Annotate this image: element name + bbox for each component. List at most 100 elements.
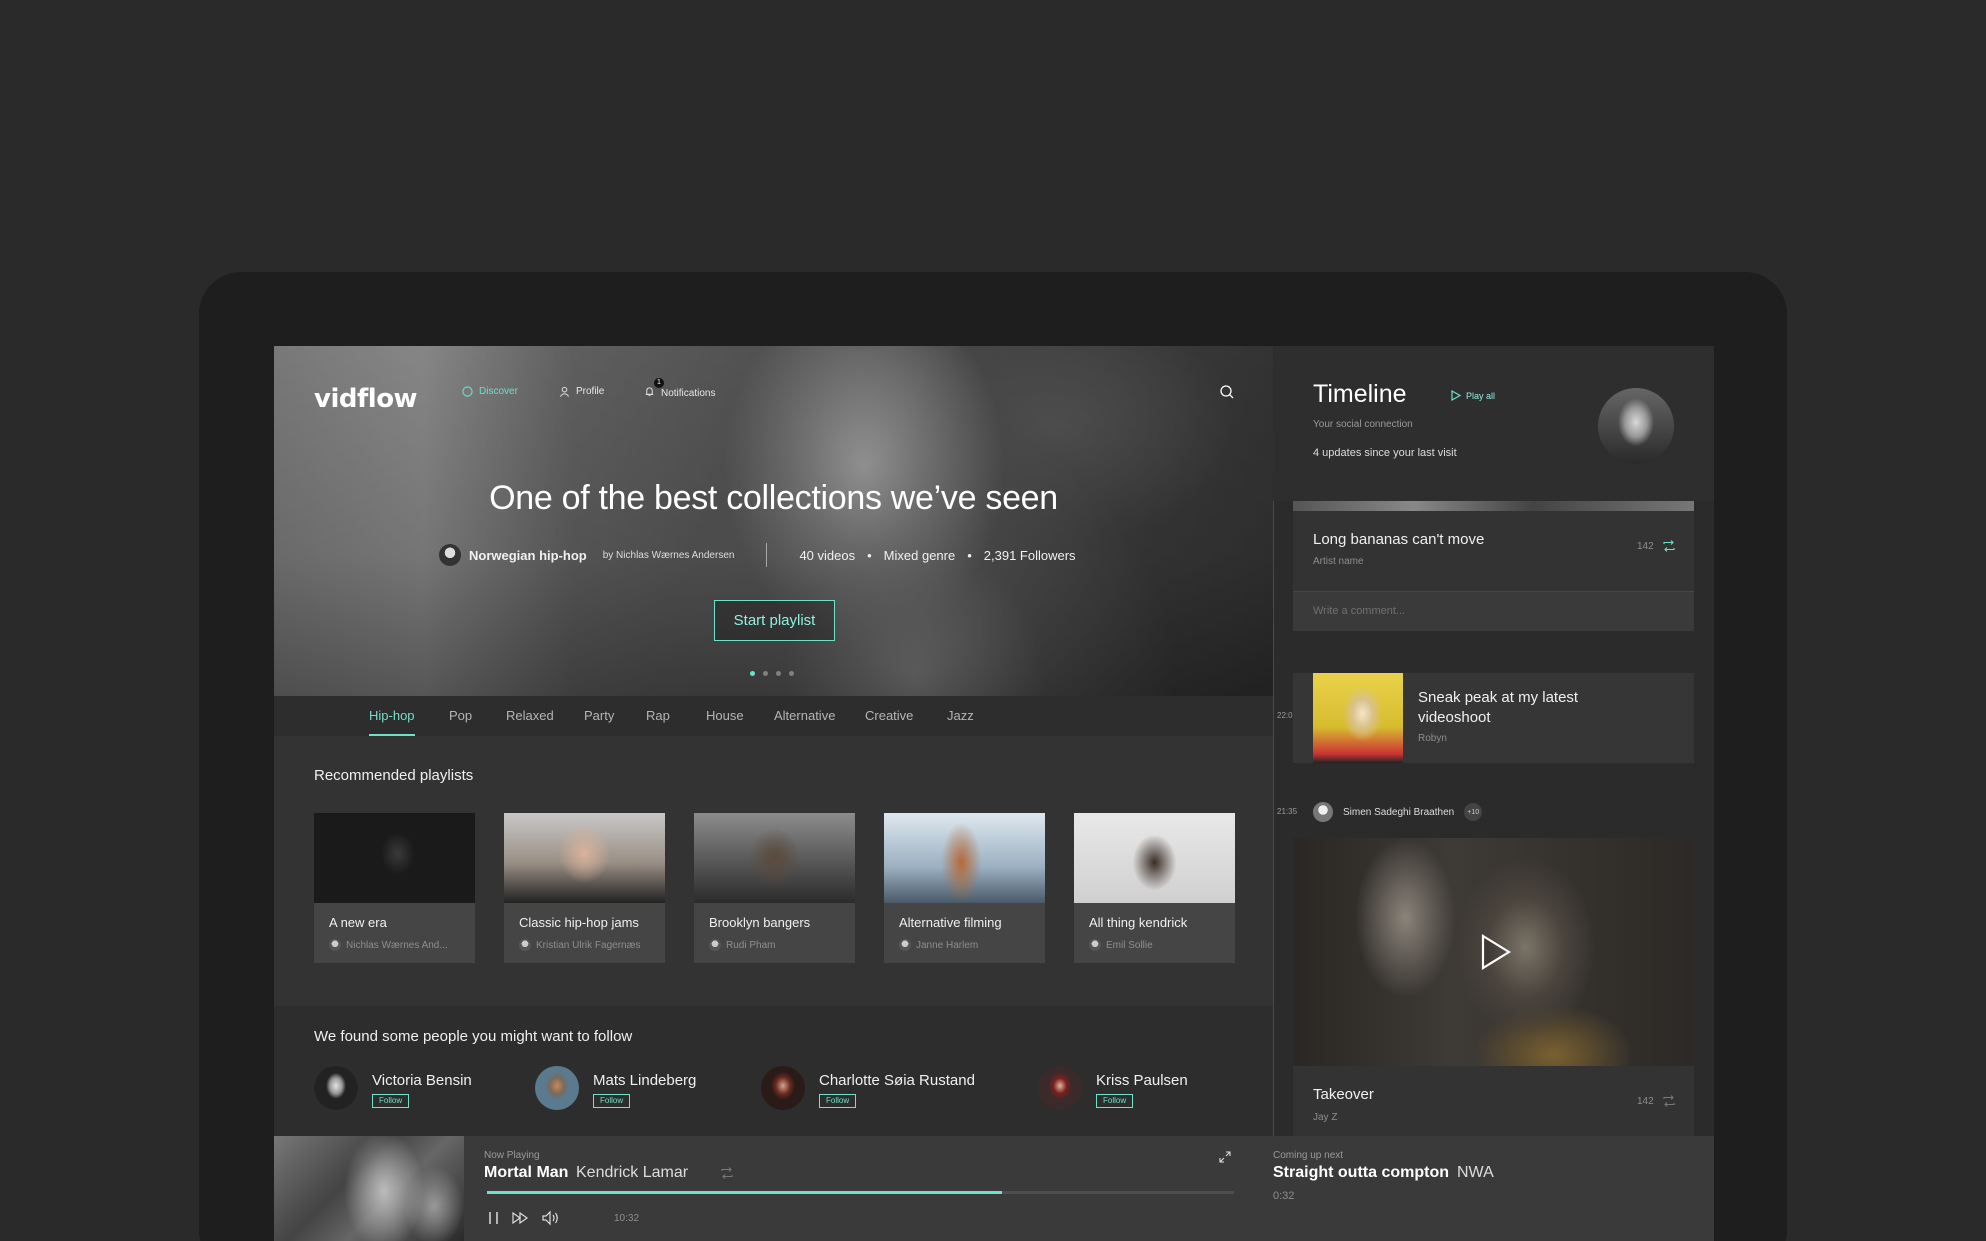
follow-button[interactable]: Follow bbox=[372, 1094, 410, 1108]
playlist-name[interactable]: Norwegian hip-hop bbox=[469, 548, 587, 563]
hero-title: One of the best collections we’ve seen bbox=[489, 479, 1058, 517]
person-name[interactable]: Mats Lindeberg bbox=[593, 1072, 696, 1089]
playlist-owner[interactable]: Emil Sollie bbox=[1089, 939, 1153, 951]
nav-discover-label: Discover bbox=[479, 386, 518, 397]
playlist-thumbnail[interactable] bbox=[884, 813, 1045, 903]
playlist-thumbnail[interactable] bbox=[694, 813, 855, 903]
repeat-icon bbox=[1663, 540, 1675, 552]
timeline-post[interactable]: Long bananas can't move Artist name 142 … bbox=[1293, 501, 1694, 631]
person-avatar[interactable] bbox=[761, 1066, 805, 1110]
tab-rap[interactable]: Rap bbox=[646, 696, 670, 736]
now-playing-artist[interactable]: Kendrick Lamar bbox=[576, 1164, 688, 1182]
search-icon[interactable] bbox=[1219, 384, 1235, 400]
playlist-name: Alternative filming bbox=[899, 915, 1002, 930]
repeat-icon[interactable] bbox=[720, 1166, 734, 1180]
tab-hip-hop[interactable]: Hip-hop bbox=[369, 696, 415, 736]
activity-row[interactable]: Simen Sadeghi Braathen +10 bbox=[1313, 802, 1483, 822]
post-title: Sneak peak at my latest bbox=[1418, 689, 1579, 706]
playlist-name: Classic hip-hop jams bbox=[519, 915, 639, 930]
nav-discover[interactable]: Discover bbox=[462, 386, 518, 397]
now-playing-label: Now Playing bbox=[484, 1150, 540, 1161]
timeline-post[interactable]: Sneak peak at my latest videoshoot Robyn bbox=[1293, 673, 1694, 763]
start-playlist-button[interactable]: Start playlist bbox=[714, 600, 835, 641]
meta-dot: • bbox=[867, 547, 872, 563]
owner-avatar bbox=[329, 939, 341, 951]
owner-name: Kristian Ulrik Fagernæs bbox=[536, 939, 641, 951]
playlist-thumbnail[interactable] bbox=[504, 813, 665, 903]
play-icon bbox=[1451, 390, 1461, 401]
repost-count[interactable]: 142 bbox=[1637, 1094, 1676, 1108]
user-avatar[interactable] bbox=[1598, 388, 1674, 464]
play-icon[interactable] bbox=[1481, 934, 1511, 970]
playlist-card[interactable]: Classic hip-hop jams Kristian Ulrik Fager… bbox=[504, 813, 665, 963]
playlist-card[interactable]: Alternative filming Janne Harlem bbox=[884, 813, 1045, 963]
tab-alternative[interactable]: Alternative bbox=[774, 696, 835, 736]
repeat-icon bbox=[1663, 1095, 1675, 1107]
timeline-post[interactable]: Takeover Jay Z 142 bbox=[1293, 1066, 1694, 1136]
up-next-artist[interactable]: NWA bbox=[1457, 1164, 1494, 1182]
person-avatar[interactable] bbox=[535, 1066, 579, 1110]
follow-button[interactable]: Follow bbox=[1096, 1094, 1134, 1108]
nav-profile[interactable]: Profile bbox=[559, 386, 604, 397]
person-name[interactable]: Charlotte Søia Rustand bbox=[819, 1072, 975, 1089]
repost-count-value: 142 bbox=[1637, 1095, 1654, 1107]
playlist-thumbnail[interactable] bbox=[314, 813, 475, 903]
playlist-thumbnail[interactable] bbox=[1074, 813, 1235, 903]
skip-forward-icon[interactable] bbox=[510, 1208, 530, 1228]
playlist-card[interactable]: Brooklyn bangers Rudi Pham bbox=[694, 813, 855, 963]
owner-avatar bbox=[899, 939, 911, 951]
nav-notifications[interactable]: 1 Notifications bbox=[644, 378, 716, 400]
person-avatar[interactable] bbox=[1038, 1066, 1082, 1110]
tab-creative[interactable]: Creative bbox=[865, 696, 913, 736]
playlist-card[interactable]: All thing kendrick Emil Sollie bbox=[1074, 813, 1235, 963]
pager-dot[interactable] bbox=[789, 671, 794, 676]
progress-bar[interactable] bbox=[487, 1191, 1234, 1194]
playlist-owner[interactable]: Kristian Ulrik Fagernæs bbox=[519, 939, 640, 951]
post-artist: Jay Z bbox=[1313, 1112, 1338, 1123]
tab-relaxed[interactable]: Relaxed bbox=[506, 696, 554, 736]
playlist-name: Brooklyn bangers bbox=[709, 915, 811, 930]
playlist-card[interactable]: A new era Nichlas Wærnes And... bbox=[314, 813, 475, 963]
playlist-owner[interactable]: Rudi Pham bbox=[709, 939, 775, 951]
now-playing-bar: Now Playing Mortal Man Kendrick Lamar 10… bbox=[274, 1136, 1273, 1241]
now-playing-thumbnail[interactable] bbox=[274, 1136, 464, 1241]
play-all-button[interactable]: Play all bbox=[1451, 390, 1495, 401]
progress-fill bbox=[487, 1191, 1003, 1194]
tab-pop[interactable]: Pop bbox=[449, 696, 472, 736]
comment-input[interactable]: Write a comment... bbox=[1293, 591, 1694, 631]
pager-dot[interactable] bbox=[763, 671, 768, 676]
app-screen: vidflow Discover Profile 1 Notifications… bbox=[274, 346, 1714, 1241]
more-count-badge[interactable]: +10 bbox=[1464, 803, 1483, 821]
playlist-owner[interactable]: Janne Harlem bbox=[899, 939, 978, 951]
person-avatar[interactable] bbox=[314, 1066, 358, 1110]
owner-name: Emil Sollie bbox=[1106, 939, 1153, 951]
post-title-line2: videoshoot bbox=[1418, 709, 1491, 726]
logo[interactable]: vidflow bbox=[314, 384, 418, 414]
tab-jazz[interactable]: Jazz bbox=[947, 696, 974, 736]
playlist-owner[interactable]: Nichlas Wærnes And... bbox=[329, 939, 448, 951]
tab-party[interactable]: Party bbox=[584, 696, 614, 736]
owner-name: Janne Harlem bbox=[916, 939, 979, 951]
pager-dot[interactable] bbox=[776, 671, 781, 676]
up-next-song[interactable]: Straight outta compton bbox=[1273, 1164, 1449, 1182]
follow-button[interactable]: Follow bbox=[819, 1094, 857, 1108]
nav-notifications-label: Notifications bbox=[661, 387, 716, 399]
expand-icon[interactable] bbox=[1218, 1150, 1232, 1164]
hero-banner: vidflow Discover Profile 1 Notifications… bbox=[274, 346, 1273, 696]
follow-button[interactable]: Follow bbox=[593, 1094, 631, 1108]
video-count: 40 videos bbox=[799, 547, 856, 563]
video-thumbnail[interactable] bbox=[1293, 838, 1694, 1066]
tab-house[interactable]: House bbox=[706, 696, 744, 736]
playlist-meta: Norwegian hip-hop by Nichlas Wærnes Ande… bbox=[439, 543, 1139, 567]
person-name[interactable]: Victoria Bensin bbox=[372, 1072, 472, 1089]
discover-icon bbox=[462, 386, 473, 397]
playlist-author[interactable]: by Nichlas Wærnes Andersen bbox=[603, 550, 735, 561]
volume-icon[interactable] bbox=[540, 1208, 560, 1228]
pause-icon[interactable] bbox=[484, 1208, 504, 1228]
post-thumbnail[interactable] bbox=[1313, 673, 1403, 763]
nav-profile-label: Profile bbox=[576, 386, 605, 397]
person-name[interactable]: Kriss Paulsen bbox=[1096, 1072, 1188, 1089]
repost-count[interactable]: 142 bbox=[1637, 539, 1676, 553]
pager-dot[interactable] bbox=[750, 671, 755, 676]
repost-count-value: 142 bbox=[1637, 540, 1654, 552]
